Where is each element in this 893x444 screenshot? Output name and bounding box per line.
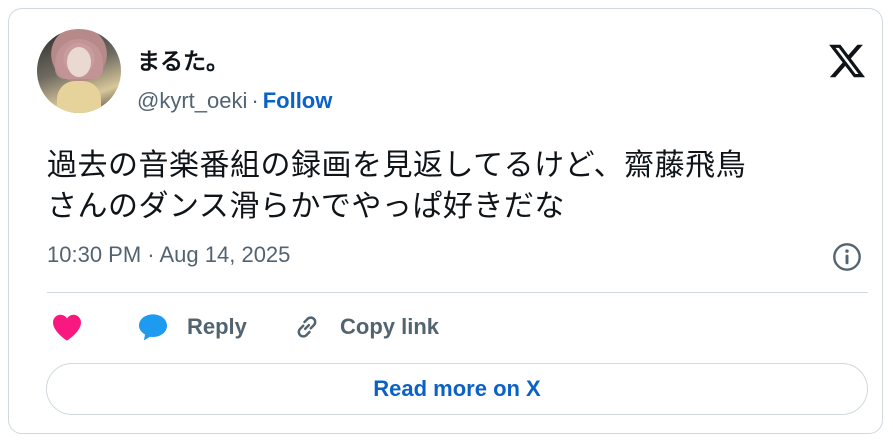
read-more-button[interactable]: Read more on X (46, 363, 868, 415)
copy-link-button[interactable]: Copy link (292, 309, 439, 345)
reply-button[interactable]: Reply (137, 309, 247, 345)
copy-link-label: Copy link (340, 314, 440, 339)
reply-label: Reply (187, 314, 247, 339)
reply-bubble-icon (139, 314, 167, 341)
avatar-face (67, 47, 91, 77)
avatar-body (57, 81, 101, 113)
follow-link[interactable]: Follow (263, 88, 333, 113)
author-handle[interactable]: @kyrt_oeki (137, 88, 247, 113)
tweet-text: 過去の音楽番組の録画を見返してるけど、齋藤飛鳥 さんのダンス滑らかでやっぱ好きだ… (47, 145, 867, 227)
tweet-text-line: さんのダンス滑らかでやっぱ好きだな (47, 190, 565, 223)
tweet-timestamp[interactable]: 10:30 PM · Aug 14, 2025 (47, 242, 290, 268)
tweet-text-line: 過去の音楽番組の録画を見返してるけど、齋藤飛鳥 (47, 149, 747, 182)
x-logo-icon[interactable] (827, 41, 867, 81)
like-button[interactable] (51, 309, 83, 345)
tweet-embed-card: まるた。 @kyrt_oeki · Follow 過去の音楽番組の録画を見返してるけ… (8, 8, 883, 434)
avatar[interactable] (37, 29, 121, 113)
separator-dot: · (251, 88, 259, 113)
info-icon[interactable] (831, 241, 863, 273)
author-display-name[interactable]: まるた。 (137, 42, 229, 76)
heart-icon (53, 314, 81, 341)
divider (47, 292, 868, 293)
author-handle-row: @kyrt_oeki · Follow (137, 88, 332, 114)
link-icon (297, 316, 317, 338)
